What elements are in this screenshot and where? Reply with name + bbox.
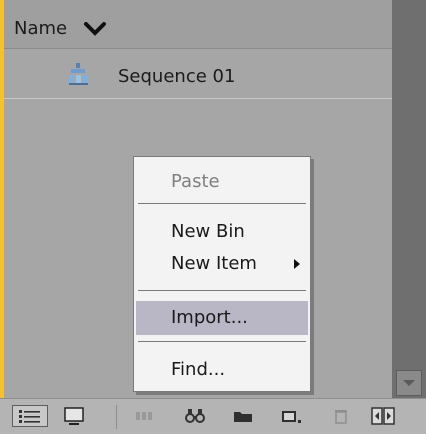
sequence-icon	[69, 63, 88, 85]
chevron-down-icon[interactable]	[84, 22, 106, 36]
scroll-down-button[interactable]	[396, 370, 422, 396]
menu-item-label: Find...	[171, 359, 226, 380]
automate-to-sequence-button[interactable]	[130, 405, 160, 427]
column-header[interactable]: Name	[4, 0, 392, 49]
sequence-name: Sequence 01	[118, 66, 236, 87]
menu-item-find[interactable]: Find...	[136, 353, 308, 387]
menu-item-new-item[interactable]: New Item	[136, 247, 308, 281]
menu-item-paste: Paste	[136, 165, 308, 199]
new-bin-button[interactable]	[228, 405, 258, 427]
new-bin-icon	[234, 412, 252, 422]
context-menu: Paste New Bin New Item Import... Find...	[133, 156, 311, 392]
automate-to-sequence-icon	[136, 412, 152, 420]
column-header-name[interactable]: Name	[14, 18, 67, 39]
menu-item-label: Paste	[171, 171, 220, 192]
list-view-button[interactable]	[12, 405, 48, 427]
list-item[interactable]: Sequence 01	[4, 54, 392, 98]
submenu-arrow-icon	[294, 259, 300, 269]
new-item-button[interactable]	[276, 405, 306, 427]
row-separator	[4, 98, 392, 99]
panel-scroll-button[interactable]	[368, 405, 398, 427]
list-view-icon	[19, 410, 40, 423]
find-button[interactable]	[180, 405, 210, 427]
menu-item-label: New Item	[171, 253, 257, 274]
menu-separator	[138, 341, 306, 342]
menu-separator	[138, 290, 306, 291]
toolbar-divider	[116, 405, 117, 429]
new-item-icon	[282, 411, 301, 423]
trash-icon	[335, 410, 347, 424]
find-icon	[185, 409, 205, 423]
menu-item-new-bin[interactable]: New Bin	[136, 215, 308, 249]
icon-view-icon	[64, 407, 84, 425]
vertical-scrollbar-track[interactable]	[392, 0, 426, 398]
icon-view-button[interactable]	[60, 405, 90, 427]
panel-scroll-icon	[371, 407, 395, 425]
menu-item-label: Import...	[171, 307, 248, 328]
clear-button[interactable]	[328, 405, 354, 427]
project-toolbar	[0, 398, 426, 434]
menu-item-label: New Bin	[171, 221, 245, 242]
menu-separator	[138, 203, 306, 204]
menu-item-import[interactable]: Import...	[136, 301, 308, 335]
triangle-down-icon	[403, 380, 415, 386]
